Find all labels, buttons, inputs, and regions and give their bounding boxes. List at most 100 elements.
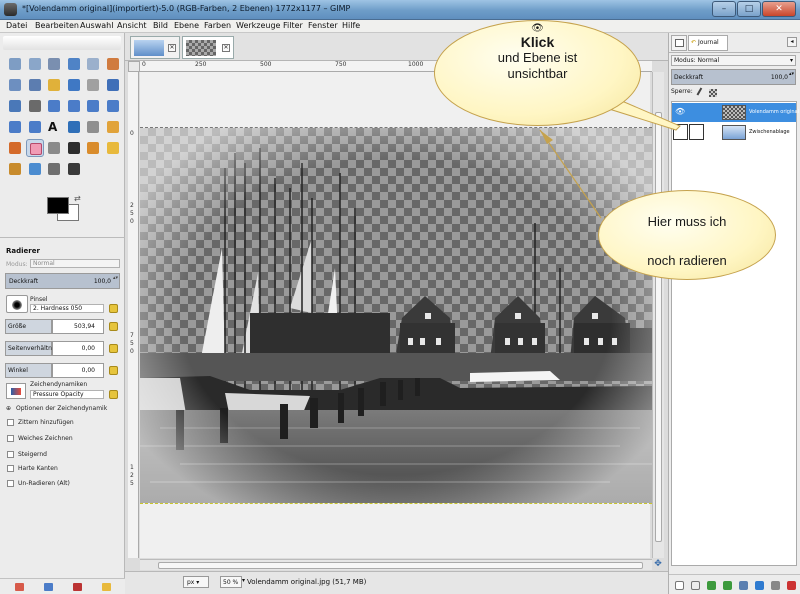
menu-auswahl[interactable]: Auswahl — [80, 21, 113, 30]
vertical-scrollbar[interactable] — [652, 72, 664, 558]
tool-scissors[interactable] — [104, 55, 122, 73]
menu-filter[interactable]: Filter — [283, 21, 303, 30]
lock-pixels-icon[interactable] — [696, 87, 708, 99]
checkbox-hard-edge[interactable] — [7, 465, 14, 472]
angle-input[interactable]: 0,00 — [52, 363, 104, 378]
opacity-slider[interactable]: Deckkraft 100,0 ▴▾ — [5, 273, 120, 289]
close-tab-icon[interactable]: ✕ — [222, 44, 230, 52]
tool-foreground-select[interactable] — [6, 76, 24, 94]
tab-volendamm[interactable]: ✕ — [182, 36, 234, 59]
brush-preview[interactable] — [6, 295, 28, 313]
restore-options-icon[interactable] — [44, 583, 53, 591]
menu-werkzeuge[interactable]: Werkzeuge — [236, 21, 280, 30]
tool-cage[interactable] — [26, 118, 44, 136]
scroll-thumb[interactable] — [655, 112, 662, 542]
zoom-dropdown-icon[interactable]: ▾ — [242, 577, 245, 584]
layer-opacity-slider[interactable]: Deckkraft 100,0 ▴▾ — [671, 69, 796, 85]
checkbox-smooth[interactable] — [7, 435, 14, 442]
reset-angle-icon[interactable] — [109, 366, 118, 375]
tool-text[interactable]: A — [45, 118, 63, 136]
tab-zwischenablage[interactable]: ✕ — [130, 36, 180, 59]
edit-dynamics-icon[interactable] — [109, 390, 118, 399]
tool-blend[interactable] — [84, 118, 102, 136]
tool-flip[interactable] — [6, 118, 24, 136]
tool-perspective[interactable] — [104, 97, 122, 115]
tool-free-select[interactable] — [45, 55, 63, 73]
dynamics-options-expander[interactable]: Optionen der Zeichendynamik — [16, 405, 107, 412]
tool-rotate[interactable] — [45, 97, 63, 115]
zoom-select[interactable]: 50 % — [220, 576, 242, 588]
checkbox-anti-erase[interactable] — [7, 480, 14, 487]
edit-brush-icon[interactable] — [109, 304, 118, 313]
tool-airbrush[interactable] — [45, 139, 63, 157]
anchor-layer-icon[interactable] — [755, 581, 764, 590]
tool-move[interactable] — [104, 76, 122, 94]
navigate-icon[interactable]: ✥ — [652, 559, 664, 570]
size-input[interactable]: 503,94 — [52, 319, 104, 334]
tool-crop[interactable] — [26, 97, 44, 115]
menu-bild[interactable]: Bild — [153, 21, 168, 30]
tool-bucket-fill[interactable] — [65, 118, 83, 136]
tool-paths[interactable] — [26, 76, 44, 94]
menu-ebene[interactable]: Ebene — [174, 21, 199, 30]
foreground-color-swatch[interactable] — [47, 197, 69, 214]
tool-ellipse-select[interactable] — [26, 55, 44, 73]
expander-icon[interactable]: ⊕ — [6, 405, 11, 412]
menu-datei[interactable]: Datei — [6, 21, 27, 30]
vertical-ruler[interactable]: 0 2 5 0 7 5 0 1 2 5 — [128, 72, 139, 558]
tool-heal[interactable] — [104, 139, 122, 157]
tool-pencil[interactable] — [104, 118, 122, 136]
aspect-input[interactable]: 0,00 — [52, 341, 104, 356]
close-tab-icon[interactable]: ✕ — [168, 44, 176, 52]
delete-layer-icon[interactable] — [787, 581, 796, 590]
tab-layers[interactable] — [671, 35, 687, 51]
close-button[interactable]: ✕ — [762, 1, 796, 17]
delete-options-icon[interactable] — [73, 583, 82, 591]
reset-aspect-icon[interactable] — [109, 344, 118, 353]
new-layer-icon[interactable] — [675, 581, 684, 590]
reset-options-icon[interactable] — [102, 583, 111, 591]
tool-clone[interactable] — [84, 139, 102, 157]
layer-mode-select[interactable]: Modus: Normal ▾ — [671, 55, 796, 66]
lower-layer-icon[interactable] — [723, 581, 732, 590]
swap-colors-icon[interactable]: ⇄ — [74, 194, 81, 203]
layer-name[interactable]: Zwischenablage — [749, 129, 790, 135]
layer-row-volendamm[interactable]: 👁 Volendamm original — [672, 103, 799, 122]
canvas[interactable] — [140, 72, 652, 558]
layer-chain-toggle[interactable] — [689, 124, 704, 140]
image-layer-canvas[interactable] — [140, 127, 652, 504]
unit-select[interactable]: px ▾ — [183, 576, 209, 588]
tool-measure[interactable] — [84, 76, 102, 94]
tool-shear[interactable] — [84, 97, 102, 115]
tool-eraser[interactable] — [25, 139, 44, 157]
menu-hilfe[interactable]: Hilfe — [342, 21, 360, 30]
tool-rect-select[interactable] — [6, 55, 24, 73]
menu-fenster[interactable]: Fenster — [308, 21, 338, 30]
tool-align[interactable] — [6, 97, 24, 115]
spin-arrows-icon[interactable]: ▴▾ — [113, 275, 118, 281]
horizontal-scrollbar[interactable] — [140, 559, 652, 570]
layer-chain-toggle[interactable] — [689, 104, 704, 120]
checkbox-incremental[interactable] — [7, 451, 14, 458]
dock-menu-icon[interactable]: ◂ — [787, 37, 797, 47]
tool-perspective-clone[interactable] — [6, 160, 24, 178]
menu-ansicht[interactable]: Ansicht — [117, 21, 147, 30]
brush-name-field[interactable]: 2. Hardness 050 — [30, 304, 104, 313]
scroll-thumb[interactable] — [158, 562, 643, 569]
tool-color-select[interactable] — [84, 55, 102, 73]
maximize-button[interactable]: □ — [737, 1, 761, 17]
quick-mask-toggle[interactable] — [128, 61, 140, 72]
tool-paintbrush[interactable] — [6, 139, 24, 157]
dynamics-field[interactable]: Pressure Opacity — [30, 390, 104, 399]
tool-zoom[interactable] — [65, 76, 83, 94]
layer-name[interactable]: Volendamm original — [749, 109, 799, 115]
tab-journal[interactable]: ↶ Journal — [688, 35, 728, 51]
layer-visibility-toggle[interactable]: 👁 — [673, 104, 688, 120]
lock-alpha-icon[interactable] — [709, 89, 717, 97]
merge-layer-icon[interactable] — [771, 581, 780, 590]
layer-row-zwischenablage[interactable]: Zwischenablage — [672, 123, 796, 142]
reset-size-icon[interactable] — [109, 322, 118, 331]
tool-scale[interactable] — [65, 97, 83, 115]
minimize-button[interactable]: – — [712, 1, 736, 17]
tool-fuzzy-select[interactable] — [65, 55, 83, 73]
